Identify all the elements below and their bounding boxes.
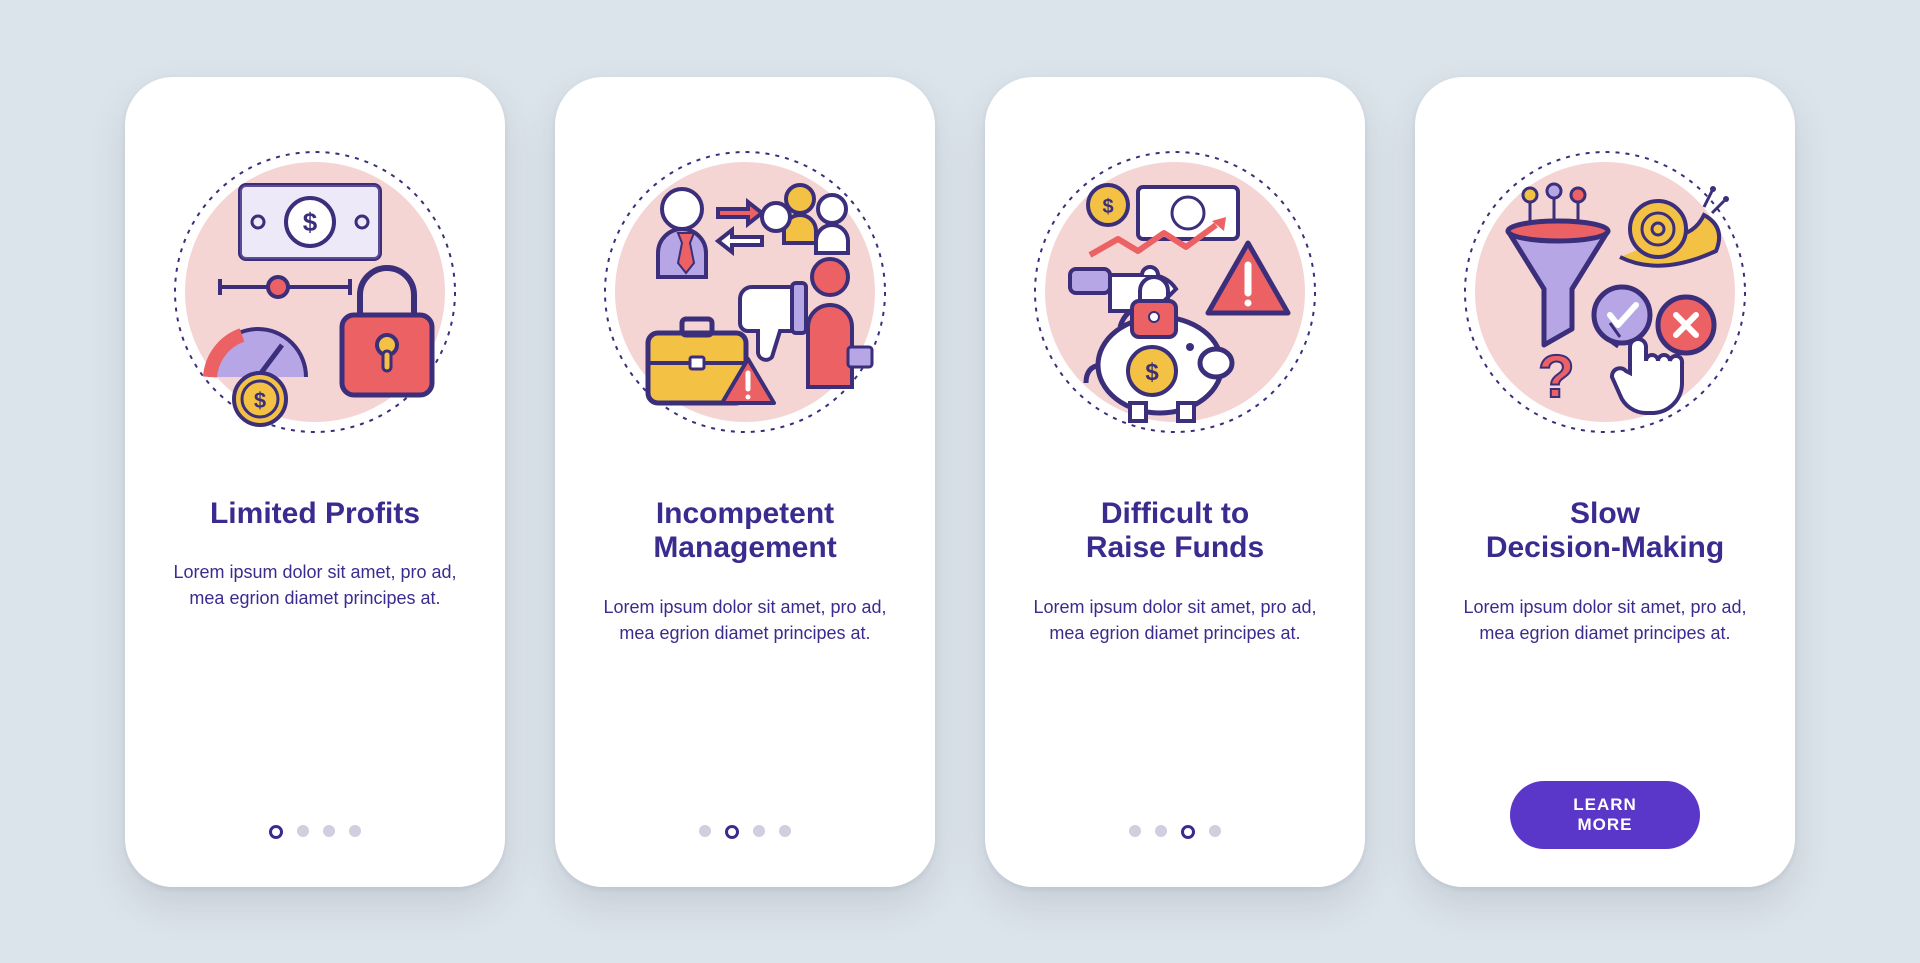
dot[interactable] (323, 825, 335, 837)
dot[interactable] (699, 825, 711, 837)
money-icon: $ (240, 185, 380, 259)
screen-incompetent-management: Incompetent Management Lorem ipsum dolor… (555, 77, 935, 887)
illustration-raise-funds: $ (1030, 147, 1320, 437)
screen-description: Lorem ipsum dolor sit amet, pro ad, mea … (591, 594, 899, 646)
page-indicator (555, 825, 935, 839)
dot[interactable] (779, 825, 791, 837)
learn-more-button[interactable]: LEARN MORE (1510, 781, 1700, 849)
dot[interactable] (1155, 825, 1167, 837)
screen-description: Lorem ipsum dolor sit amet, pro ad, mea … (161, 559, 469, 611)
coin-icon: $ (1088, 185, 1128, 225)
svg-text:?: ? (1538, 343, 1575, 410)
screen-title: Limited Profits (210, 497, 420, 532)
dot[interactable] (753, 825, 765, 837)
screen-description: Lorem ipsum dolor sit amet, pro ad, mea … (1451, 594, 1759, 646)
screen-limited-profits: $ (125, 77, 505, 887)
cross-icon (1658, 297, 1714, 353)
check-icon (1594, 287, 1650, 343)
dot-active[interactable] (269, 825, 283, 839)
illustration-incompetent-management (600, 147, 890, 437)
question-icon: ? (1538, 343, 1575, 410)
dot[interactable] (1129, 825, 1141, 837)
onboarding-screens: $ (85, 17, 1835, 947)
illustration-limited-profits: $ (170, 147, 460, 437)
screen-description: Lorem ipsum dolor sit amet, pro ad, mea … (1021, 594, 1329, 646)
screen-difficult-raise-funds: $ (985, 77, 1365, 887)
screen-slow-decision-making: ? Slow Decision-Making Lorem ipsum dolor… (1415, 77, 1795, 887)
svg-text:$: $ (303, 207, 318, 237)
svg-text:$: $ (1102, 196, 1113, 218)
dot[interactable] (1209, 825, 1221, 837)
page-indicator (985, 825, 1365, 839)
page-indicator (125, 825, 505, 839)
svg-text:$: $ (1145, 359, 1159, 386)
dot-active[interactable] (1181, 825, 1195, 839)
screen-title: Slow Decision-Making (1486, 497, 1724, 566)
screen-title: Incompetent Management (653, 497, 836, 566)
illustration-slow-decision: ? (1460, 147, 1750, 437)
screen-title: Difficult to Raise Funds (1086, 497, 1264, 566)
dot-active[interactable] (725, 825, 739, 839)
dot[interactable] (349, 825, 361, 837)
coin-icon: $ (234, 373, 286, 425)
svg-text:$: $ (254, 388, 266, 413)
dot[interactable] (297, 825, 309, 837)
